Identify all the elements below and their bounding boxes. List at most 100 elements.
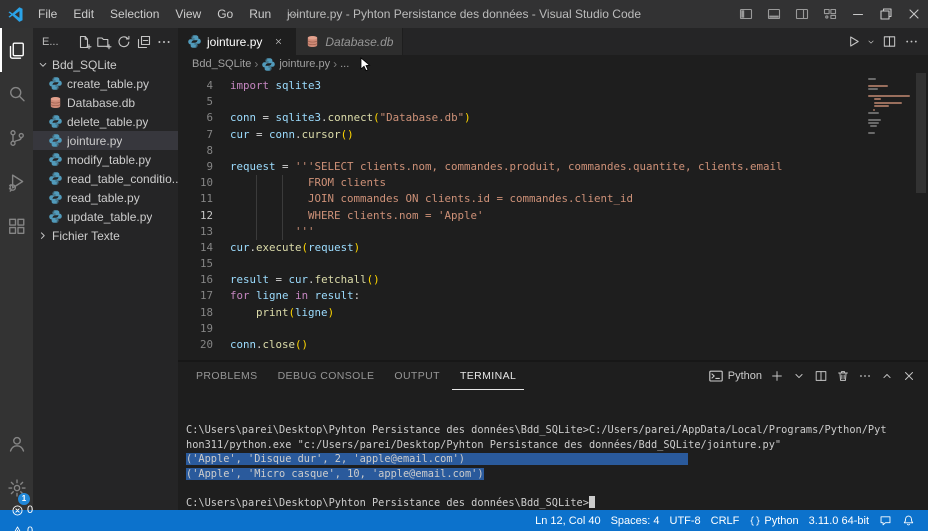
status-cursor-position[interactable]: Ln 12, Col 40 bbox=[530, 510, 605, 531]
breadcrumb-label: jointure.py bbox=[279, 58, 331, 70]
close-button[interactable] bbox=[900, 0, 928, 28]
tab-database-db[interactable]: Database.db bbox=[296, 28, 404, 55]
python-icon bbox=[48, 114, 63, 129]
minimap[interactable] bbox=[868, 78, 910, 136]
activity-bar-top bbox=[0, 28, 33, 248]
refresh-explorer-button[interactable] bbox=[114, 32, 134, 52]
file-read-table-py[interactable]: read_table.py bbox=[33, 188, 178, 207]
terminal-profile[interactable]: Python bbox=[704, 365, 766, 387]
terminal-line: ('Apple', 'Micro casque', 10, 'apple@ema… bbox=[186, 467, 928, 482]
breadcrumb-item[interactable]: ... bbox=[340, 58, 349, 70]
views-and-more-actions-button[interactable] bbox=[154, 32, 174, 52]
terminal[interactable]: C:\Users\parei\Desktop\Pyhton Persistanc… bbox=[178, 390, 928, 510]
activity-run-and-debug[interactable] bbox=[0, 160, 33, 204]
vscode-logo-icon bbox=[0, 6, 30, 23]
file-modify-table-py[interactable]: modify_table.py bbox=[33, 150, 178, 169]
more-actions-button[interactable] bbox=[900, 31, 922, 53]
status-indentation[interactable]: Spaces: 4 bbox=[606, 510, 665, 531]
minimize-button[interactable] bbox=[844, 0, 872, 28]
code-token: = bbox=[256, 111, 276, 125]
status-eol[interactable]: CRLF bbox=[706, 510, 745, 531]
layout-sidebar-left-button[interactable] bbox=[732, 0, 760, 28]
file-label: modify_table.py bbox=[67, 152, 152, 167]
editor-scrollbar[interactable] bbox=[916, 73, 926, 193]
terminal-selected-text: ('Apple', 'Micro casque', 10, 'apple@ema… bbox=[186, 468, 484, 481]
code-editor[interactable]: 4 import sqlite3 5 6 conn = sqlite3.connect(… bbox=[178, 73, 928, 360]
status-label: UTF-8 bbox=[669, 514, 701, 527]
menu-selection[interactable]: Selection bbox=[102, 0, 167, 28]
breadcrumb-jointure-py[interactable]: jointure.py bbox=[261, 57, 330, 72]
activity-extensions[interactable] bbox=[0, 204, 33, 248]
main-area: 1 E... Bdd_SQLite create_table.py Database… bbox=[0, 28, 928, 510]
activity-source-control[interactable] bbox=[0, 116, 33, 160]
maximize-panel-button[interactable] bbox=[876, 365, 898, 387]
panel-tab-output[interactable]: OUTPUT bbox=[386, 363, 448, 390]
run-dropdown-button[interactable] bbox=[864, 31, 878, 53]
tab-jointure-py[interactable]: jointure.py bbox=[178, 28, 297, 55]
folder-bdd-sqlite[interactable]: Bdd_SQLite bbox=[33, 55, 178, 74]
kill-terminal-button[interactable] bbox=[832, 365, 854, 387]
launch-profile-dropdown-button[interactable] bbox=[788, 365, 810, 387]
status-encoding[interactable]: UTF-8 bbox=[665, 510, 706, 531]
split-terminal-button[interactable] bbox=[810, 365, 832, 387]
close-panel-button[interactable] bbox=[898, 365, 920, 387]
code-line: 16 result = cur.fetchall() bbox=[178, 272, 928, 288]
settings-badge: 1 bbox=[18, 493, 30, 505]
file-read-table-conditio[interactable]: read_table_conditio... bbox=[33, 169, 178, 188]
activity-settings[interactable]: 1 bbox=[0, 466, 33, 510]
run-python-file-button[interactable] bbox=[842, 31, 864, 53]
terminal-more-actions-button[interactable] bbox=[854, 365, 876, 387]
menu-run[interactable]: Run bbox=[241, 0, 279, 28]
split-editor-button[interactable] bbox=[878, 31, 900, 53]
status-language-mode[interactable]: Python bbox=[744, 510, 803, 531]
code-token: = bbox=[249, 127, 270, 141]
restore-button[interactable] bbox=[872, 0, 900, 28]
panel-tab-terminal[interactable]: TERMINAL bbox=[451, 363, 525, 390]
new-terminal-button[interactable] bbox=[766, 365, 788, 387]
layout-customize-button[interactable] bbox=[816, 0, 844, 28]
line-number: 10 bbox=[199, 176, 213, 190]
breadcrumb-label: Bdd_SQLite bbox=[192, 58, 252, 70]
code-text: for ligne in result: bbox=[230, 288, 360, 304]
status-notifications[interactable] bbox=[897, 510, 920, 531]
activity-search[interactable] bbox=[0, 72, 33, 116]
code-token: result bbox=[230, 273, 270, 287]
file-database-db[interactable]: Database.db bbox=[33, 93, 178, 112]
new-file-button[interactable] bbox=[74, 32, 94, 52]
layout-panel-button[interactable] bbox=[760, 0, 788, 28]
more-icon bbox=[156, 34, 172, 50]
folder-fichier-texte[interactable]: Fichier Texte bbox=[33, 226, 178, 245]
breadcrumb-bdd-sqlite[interactable]: Bdd_SQLite bbox=[192, 58, 251, 70]
close-tab-button[interactable] bbox=[270, 34, 286, 50]
activity-explorer[interactable] bbox=[0, 28, 33, 72]
new-folder-button[interactable] bbox=[94, 32, 114, 52]
code-token: in bbox=[295, 289, 309, 303]
minimap-line bbox=[868, 132, 875, 135]
source-control-icon bbox=[7, 128, 27, 148]
activity-bar: 1 bbox=[0, 28, 33, 510]
collapse-folders-button[interactable] bbox=[134, 32, 154, 52]
panel-tab-problems[interactable]: PROBLEMS bbox=[188, 363, 266, 390]
menu-edit[interactable]: Edit bbox=[65, 0, 102, 28]
run-debug-icon bbox=[7, 172, 27, 192]
minimap-line bbox=[868, 122, 879, 125]
breadcrumb[interactable]: Bdd_SQLite › jointure.py ›... bbox=[178, 55, 928, 73]
status-warnings[interactable]: 0 bbox=[6, 521, 38, 531]
code-text: FROM clients bbox=[230, 175, 387, 192]
file-create-table-py[interactable]: create_table.py bbox=[33, 74, 178, 93]
file-jointure-py[interactable]: jointure.py bbox=[33, 131, 178, 150]
status-feedback[interactable] bbox=[874, 510, 897, 531]
layout-panel-icon bbox=[766, 6, 782, 22]
layout-sidebar-right-button[interactable] bbox=[788, 0, 816, 28]
status-python-interpreter[interactable]: 3.11.0 64-bit bbox=[804, 510, 874, 531]
file-delete-table-py[interactable]: delete_table.py bbox=[33, 112, 178, 131]
file-update-table-py[interactable]: update_table.py bbox=[33, 207, 178, 226]
tabs: jointure.py Database.db bbox=[178, 28, 404, 55]
panel-tab-debug-console[interactable]: DEBUG CONSOLE bbox=[270, 363, 383, 390]
code-line: 13 ''' bbox=[178, 223, 928, 240]
menu-view[interactable]: View bbox=[167, 0, 209, 28]
menu-go[interactable]: Go bbox=[209, 0, 241, 28]
menu-file[interactable]: File bbox=[30, 0, 65, 28]
code-token: () bbox=[366, 273, 380, 287]
activity-accounts[interactable] bbox=[0, 422, 33, 466]
